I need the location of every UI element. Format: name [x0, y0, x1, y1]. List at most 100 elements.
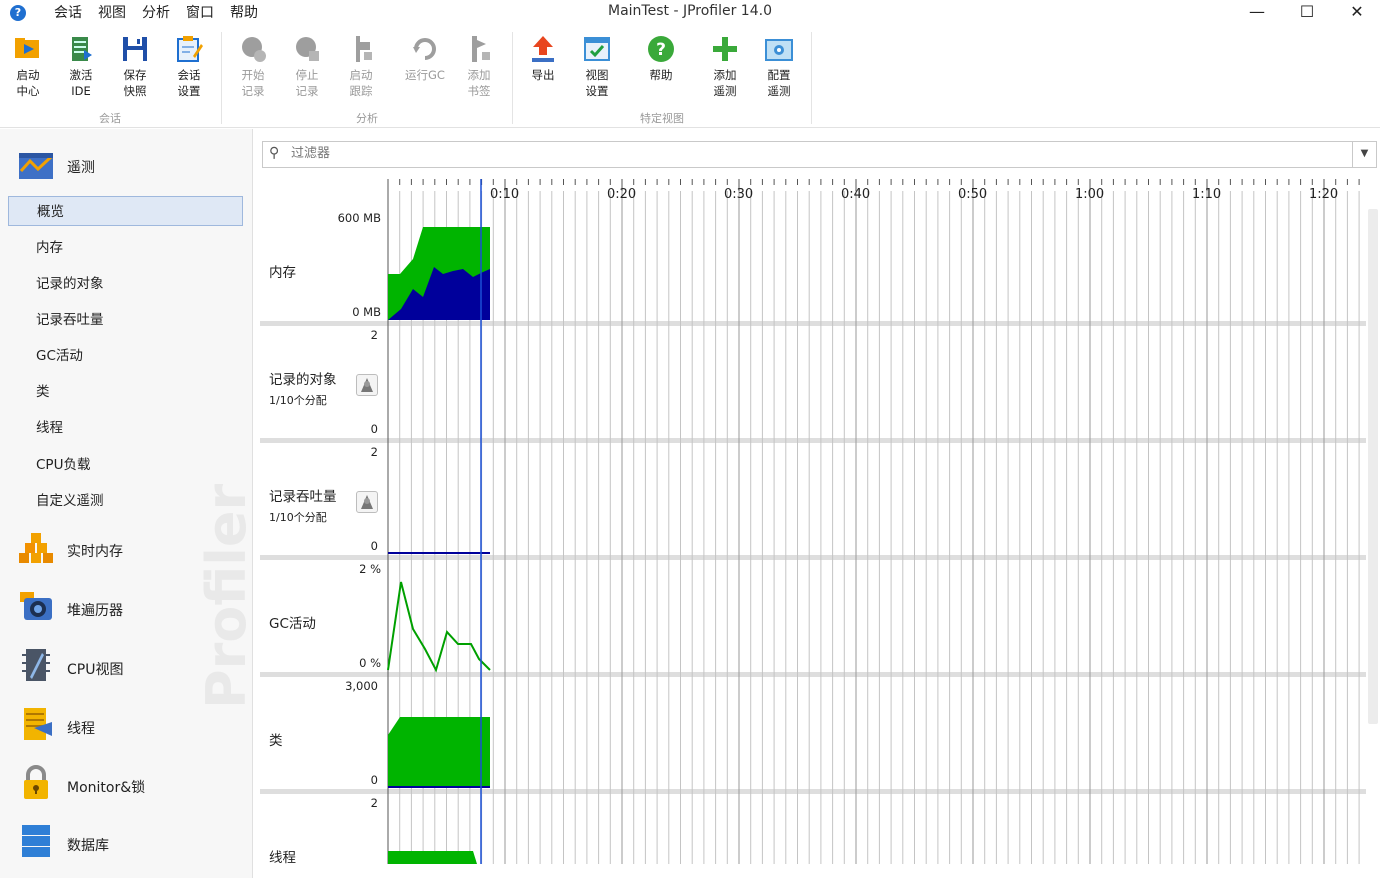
save-snapshot-button[interactable]: 保存 快照 — [110, 34, 160, 99]
sidebar-section-heap-walker[interactable]: 堆遍历器 — [0, 584, 252, 634]
export-button[interactable]: 导出 — [518, 34, 568, 83]
axis-min: 0 — [370, 539, 378, 553]
time-tick-label: 0:50 — [958, 187, 988, 202]
time-tick-label: 1:20 — [1309, 187, 1339, 202]
time-tick-label: 0:40 — [841, 187, 871, 202]
monitor-lock-icon — [18, 765, 54, 801]
help-button[interactable]: ? 帮助 — [636, 34, 686, 83]
axis-max: 3,000 — [345, 679, 378, 693]
sidebar-section-cpu-views[interactable]: CPU视图 — [0, 643, 252, 693]
menu-session[interactable]: 会话 — [46, 3, 90, 23]
start-recording-button[interactable]: 开始 记录 — [228, 34, 278, 99]
add-bookmark-label: 添加 书签 — [467, 68, 491, 98]
toolbar-group-view-specific: 特定视图 — [640, 112, 684, 125]
close-button[interactable]: ✕ — [1334, 0, 1380, 26]
sidebar-section-monitor-locks[interactable]: Monitor&锁 — [0, 761, 252, 811]
telemetry-icon — [18, 147, 54, 183]
export-icon — [528, 34, 558, 64]
menu-bar: 会话 视图 分析 窗口 帮助 — [46, 3, 266, 23]
row-subtitle: 1/10个分配 — [269, 394, 327, 407]
sidebar-section-threads[interactable]: 线程 — [0, 702, 252, 752]
axis-min: 0 — [370, 422, 378, 436]
telemetry-overview: ⚲ ▼ 0:10 0:20 0:30 0:40 0:50 1:00 1:10 1… — [253, 129, 1380, 878]
add-bookmark-icon — [464, 34, 494, 64]
sidebar-section-telemetry[interactable]: 遥测 — [0, 139, 252, 189]
start-tracking-button[interactable]: 启动 跟踪 — [336, 34, 386, 99]
row-title-classes: 类 — [269, 733, 283, 749]
allocation-recording-toggle-icon[interactable] — [356, 374, 378, 396]
start-center-button[interactable]: 启动 中心 — [3, 34, 53, 99]
activate-ide-label: 激活 IDE — [69, 68, 93, 98]
toolbar: 启动 中心 激活 IDE 保存 快照 会话 设置 会话 开始 记录 停止 记录 — [0, 26, 1380, 128]
row-title-gc-activity: GC活动 — [269, 616, 316, 632]
start-tracking-icon — [346, 34, 376, 64]
axis-min: 0 MB — [352, 305, 381, 319]
sidebar-section-databases[interactable]: 数据库 — [0, 819, 252, 869]
telemetry-timeline[interactable] — [253, 129, 1380, 878]
row-separator — [260, 321, 1366, 326]
menu-window[interactable]: 窗口 — [178, 3, 222, 23]
toolbar-separator — [811, 32, 812, 124]
view-settings-button[interactable]: 视图 设置 — [572, 34, 622, 99]
maximize-button[interactable]: ☐ — [1284, 0, 1330, 26]
menu-view[interactable]: 视图 — [90, 3, 134, 23]
start-tracking-label: 启动 跟踪 — [349, 68, 373, 98]
sidebar-section-label: Monitor&锁 — [67, 780, 146, 796]
time-tick-label: 0:30 — [724, 187, 754, 202]
axis-max: 2 — [370, 445, 378, 459]
minimize-button[interactable]: — — [1234, 0, 1280, 26]
add-telemetry-icon — [710, 34, 740, 64]
axis-min: 0 — [370, 773, 378, 787]
sidebar-item-cpu-load[interactable]: CPU负载 — [8, 450, 243, 480]
activate-ide-icon — [66, 34, 96, 64]
vertical-scrollbar[interactable] — [1368, 209, 1378, 724]
time-tick-label: 1:10 — [1192, 187, 1222, 202]
sidebar-section-label: 遥测 — [67, 160, 95, 176]
sidebar-section-live-memory[interactable]: 实时内存 — [0, 525, 252, 575]
axis-max: 2 — [370, 796, 378, 810]
row-subtitle: 1/10个分配 — [269, 511, 327, 524]
configure-telemetry-icon — [764, 34, 794, 64]
row-title-recorded-throughput: 记录吞吐量 — [269, 489, 337, 505]
add-telemetry-button[interactable]: 添加 遥测 — [700, 34, 750, 99]
sidebar-item-overview[interactable]: 概览 — [8, 196, 243, 226]
session-settings-icon — [174, 34, 204, 64]
sidebar-item-recorded-throughput[interactable]: 记录吞吐量 — [8, 305, 243, 335]
menu-profiling[interactable]: 分析 — [134, 3, 178, 23]
add-telemetry-label: 添加 遥测 — [713, 68, 737, 98]
menu-help[interactable]: 帮助 — [222, 3, 266, 23]
allocation-recording-toggle-icon[interactable] — [356, 491, 378, 513]
axis-min: 0 % — [359, 656, 381, 670]
activate-ide-button[interactable]: 激活 IDE — [56, 34, 106, 99]
configure-telemetry-label: 配置 遥测 — [767, 68, 791, 98]
stop-recording-label: 停止 记录 — [295, 68, 319, 98]
sidebar-item-classes[interactable]: 类 — [8, 377, 243, 407]
start-recording-label: 开始 记录 — [241, 68, 265, 98]
jprofiler-app-icon[interactable]: ? — [10, 5, 26, 21]
sidebar-item-threads[interactable]: 线程 — [8, 413, 243, 443]
toolbar-group-session: 会话 — [99, 112, 121, 125]
row-separator — [260, 438, 1366, 443]
heap-walker-icon — [18, 588, 54, 624]
time-tick-label: 0:20 — [607, 187, 637, 202]
export-label: 导出 — [531, 68, 555, 82]
sidebar-item-custom-telemetry[interactable]: 自定义遥测 — [8, 486, 243, 516]
stop-recording-button[interactable]: 停止 记录 — [282, 34, 332, 99]
view-settings-icon — [582, 34, 612, 64]
row-title-memory: 内存 — [269, 265, 296, 281]
axis-max: 600 MB — [337, 211, 381, 225]
configure-telemetry-button[interactable]: 配置 遥测 — [754, 34, 804, 99]
time-tick-label: 1:00 — [1075, 187, 1105, 202]
svg-text:?: ? — [656, 40, 666, 60]
row-separator — [260, 789, 1366, 794]
add-bookmark-button[interactable]: 添加 书签 — [454, 34, 504, 99]
sidebar-item-gc-activity[interactable]: GC活动 — [8, 341, 243, 371]
sidebar-item-memory[interactable]: 内存 — [8, 233, 243, 263]
row-separator — [260, 555, 1366, 560]
session-settings-label: 会话 设置 — [177, 68, 201, 98]
sidebar-item-recorded-objects[interactable]: 记录的对象 — [8, 269, 243, 299]
row-title-threads: 线程 — [269, 850, 296, 866]
run-gc-button[interactable]: 运行GC — [400, 34, 450, 83]
start-center-icon — [13, 34, 43, 64]
session-settings-button[interactable]: 会话 设置 — [164, 34, 214, 99]
